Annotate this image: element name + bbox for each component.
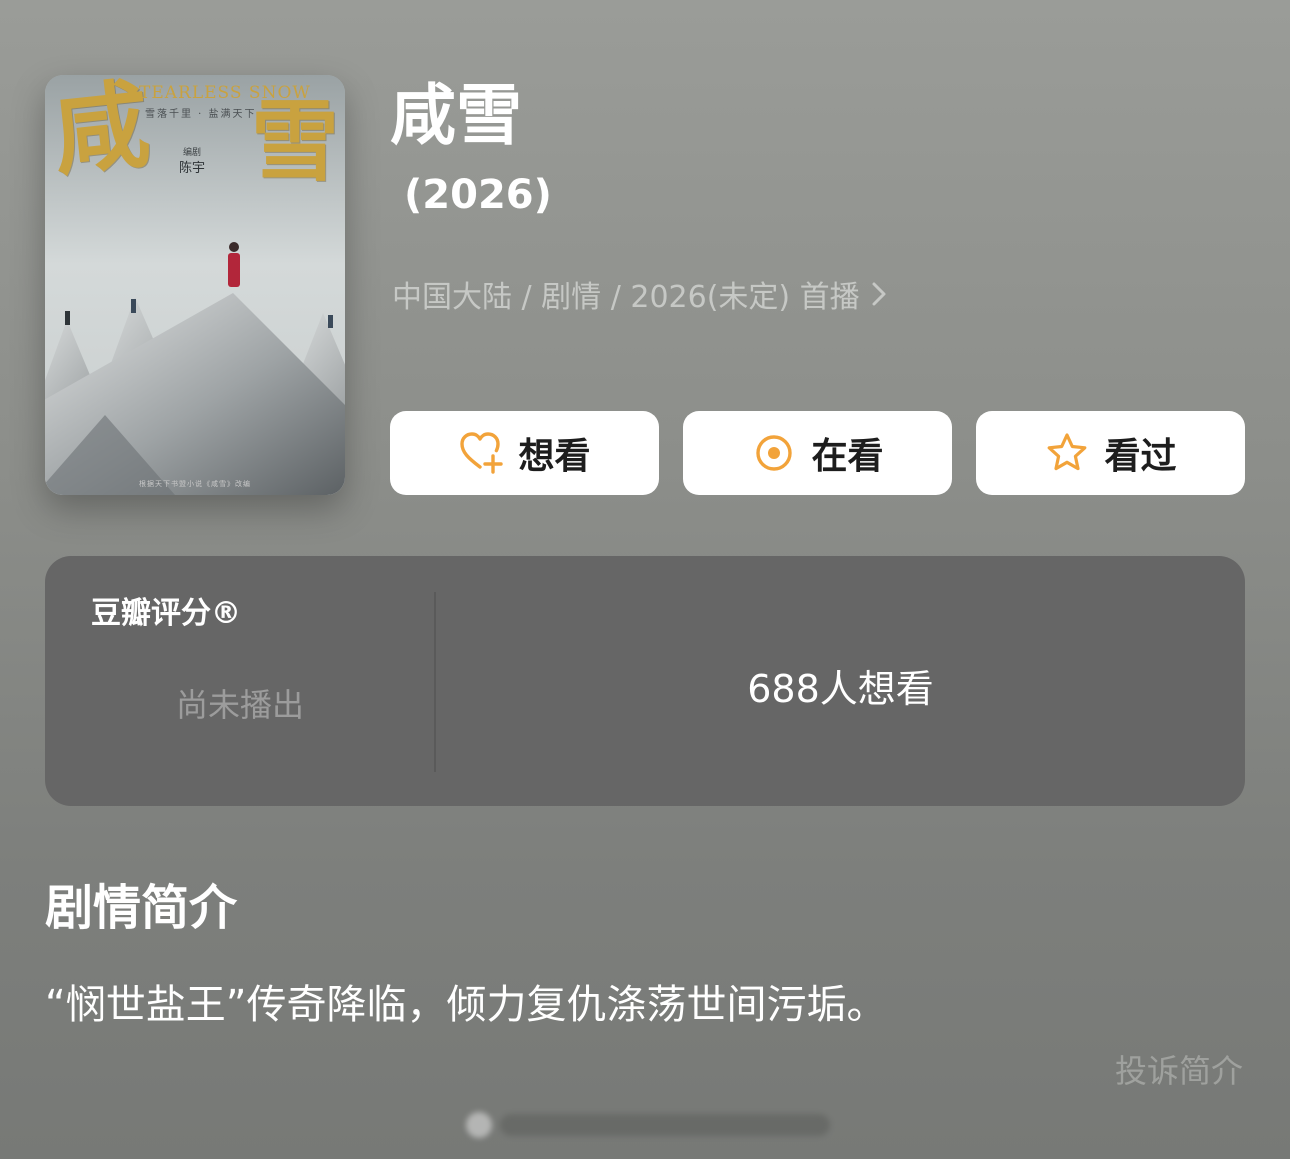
rating-status: 尚未播出 xyxy=(175,686,304,724)
watched-label: 看过 xyxy=(1104,436,1177,477)
want-to-watch-button[interactable]: 想看 xyxy=(390,411,659,495)
watching-label: 在看 xyxy=(811,436,884,477)
show-year: (2026) xyxy=(404,172,552,218)
want-count: 688人想看 xyxy=(747,667,934,711)
heart-plus-icon xyxy=(458,430,504,476)
poster-footer: 根据天下书盟小说《咸雪》改编 xyxy=(139,480,251,488)
synopsis-heading: 剧情简介 xyxy=(45,880,238,936)
show-title: 咸雪 xyxy=(390,77,522,154)
watching-button[interactable]: 在看 xyxy=(683,411,952,495)
target-icon xyxy=(751,430,797,476)
rating-card[interactable]: 豆瓣评分® 尚未播出 688人想看 xyxy=(45,556,1245,806)
poster-title-right: 雪 xyxy=(251,89,340,193)
show-meta-text: 中国大陆 / 剧情 / 2026(未定) 首播 xyxy=(392,280,860,315)
poster-title-left: 咸 xyxy=(47,75,155,190)
show-meta-link[interactable]: 中国大陆 / 剧情 / 2026(未定) 首播 xyxy=(392,272,888,316)
watched-button[interactable]: 看过 xyxy=(976,411,1245,495)
chevron-right-icon xyxy=(872,282,886,306)
synopsis-text: “悯世盐王”传奇降临，倾力复仇涤荡世间污垢。 xyxy=(45,982,887,1028)
poster-credit-name: 陈宇 xyxy=(179,161,206,176)
poster-tagline: 雪落千里 · 盐满天下 xyxy=(145,109,257,120)
report-synopsis-link[interactable]: 投诉简介 xyxy=(1115,1046,1243,1092)
want-to-watch-label: 想看 xyxy=(518,436,591,477)
blurred-watermark xyxy=(466,1112,830,1138)
rating-label: 豆瓣评分® xyxy=(91,596,241,631)
star-icon xyxy=(1044,430,1090,476)
poster-image[interactable]: 咸 TEARLESS SNOW 雪落千里 · 盐满天下 雪 编剧 陈宇 根据天下… xyxy=(45,75,345,495)
